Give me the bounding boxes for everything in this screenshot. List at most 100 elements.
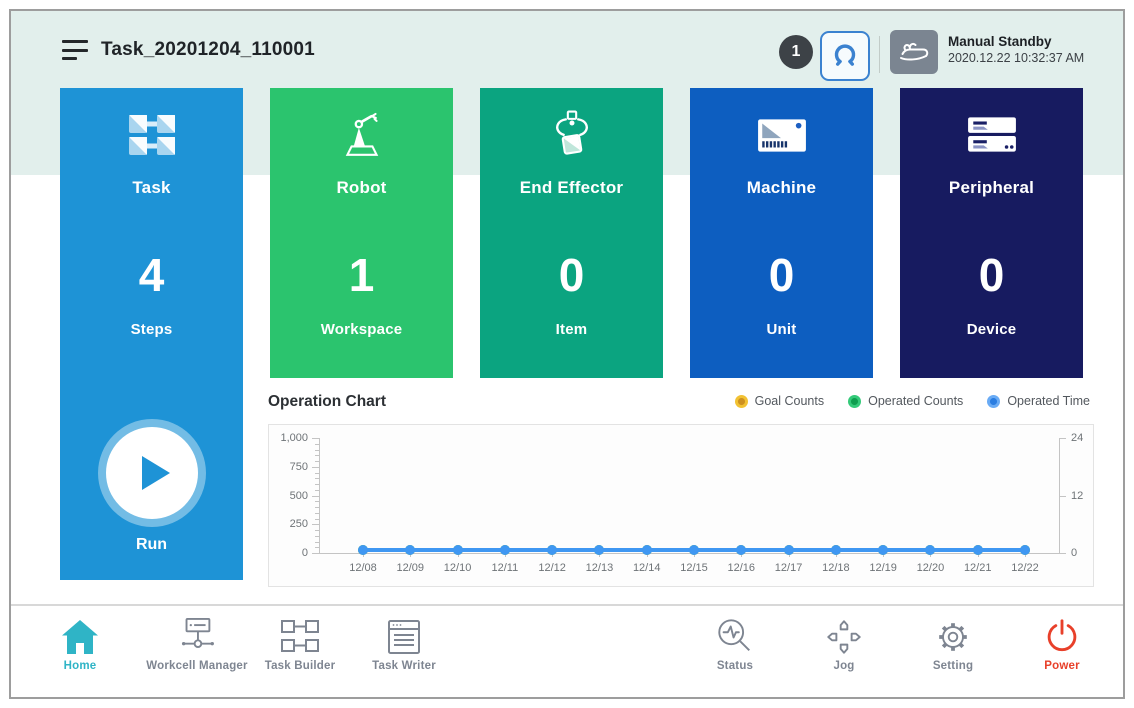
- nav-label: Task Builder: [240, 660, 360, 672]
- teach-pendant-home-screen: Task_20201204_110001 1 Manual Standby 20…: [0, 0, 1134, 708]
- card-count: 0: [480, 248, 663, 302]
- x-axis-tick-label: 12/17: [765, 562, 813, 574]
- task-icon: [126, 112, 178, 158]
- legend-dot-icon: [848, 395, 861, 408]
- chart-legend: Goal Counts Operated Counts Operated Time: [735, 394, 1090, 408]
- hamburger-menu-icon[interactable]: [62, 40, 90, 64]
- machine-icon: [756, 114, 808, 156]
- series-line-segment: [458, 548, 505, 552]
- card-count: 4: [60, 248, 243, 302]
- series-line-segment: [505, 548, 552, 552]
- header-divider: [879, 36, 880, 73]
- x-axis-tick-label: 12/11: [481, 562, 529, 574]
- y-axis-tick: [312, 438, 319, 439]
- series-line-segment: [930, 548, 977, 552]
- card-title: Peripheral: [900, 178, 1083, 198]
- y-axis-tick: [312, 524, 319, 525]
- x-axis-tick-label: 12/21: [954, 562, 1002, 574]
- nav-item-task-builder[interactable]: Task Builder: [240, 617, 360, 689]
- chart-title: Operation Chart: [268, 393, 386, 411]
- x-axis-tick-label: 12/19: [859, 562, 907, 574]
- x-axis-tick-label: 12/15: [670, 562, 718, 574]
- y-axis-tick: [315, 530, 319, 531]
- y-axis-tick: [315, 461, 319, 462]
- card-task[interactable]: Task 4 Steps Run: [60, 88, 243, 580]
- legend-dot-icon: [735, 395, 748, 408]
- y-axis-tick: [315, 542, 319, 543]
- card-title: Task: [60, 178, 243, 198]
- card-unit: Steps: [60, 321, 243, 338]
- data-point: [831, 545, 841, 555]
- x-axis-tick-label: 12/12: [528, 562, 576, 574]
- series-line-segment: [883, 548, 930, 552]
- nav-label: Jog: [784, 660, 904, 672]
- card-title: Machine: [690, 178, 873, 198]
- gripper-tool-button[interactable]: [820, 31, 870, 81]
- left-axis-line: [319, 438, 320, 553]
- nav-item-status[interactable]: Status: [675, 617, 795, 689]
- y2-axis-tick-label: 12: [1071, 490, 1083, 502]
- series-line-segment: [410, 548, 457, 552]
- legend-item[interactable]: Goal Counts: [735, 394, 824, 408]
- y-axis-tick: [315, 519, 319, 520]
- y-axis-tick: [312, 467, 319, 468]
- manual-mode-button[interactable]: [890, 30, 938, 74]
- series-line-segment: [694, 548, 741, 552]
- nav-label: Setting: [893, 660, 1013, 672]
- jog-icon: [823, 617, 865, 657]
- home-icon: [59, 617, 101, 657]
- card-robot[interactable]: Robot 1 Workspace: [270, 88, 453, 378]
- y-axis-tick-label: 750: [269, 461, 308, 473]
- legend-item[interactable]: Operated Counts: [848, 394, 963, 408]
- data-point: [1020, 545, 1030, 555]
- nav-item-jog[interactable]: Jog: [784, 617, 904, 689]
- nav-item-setting[interactable]: Setting: [893, 617, 1013, 689]
- operation-chart: 02505007501,0000122412/0812/0912/1012/11…: [268, 424, 1094, 587]
- run-button[interactable]: [106, 427, 198, 519]
- power-icon: [1041, 617, 1083, 657]
- y-axis-tick-label: 250: [269, 518, 308, 530]
- y2-axis-tick: [1059, 438, 1066, 439]
- nav-item-power[interactable]: Power: [1002, 617, 1122, 689]
- x-axis-tick-label: 12/09: [386, 562, 434, 574]
- task-builder-icon: [279, 617, 321, 657]
- manual-hand-icon: [897, 37, 931, 67]
- y-axis-tick: [315, 473, 319, 474]
- nav-item-task-writer[interactable]: Task Writer: [344, 617, 464, 689]
- workcell-manager-icon: [174, 617, 220, 657]
- y-axis-tick: [315, 490, 319, 491]
- y-axis-tick: [315, 455, 319, 456]
- nav-divider: [11, 604, 1123, 606]
- y-axis-tick: [315, 501, 319, 502]
- series-line-segment: [599, 548, 646, 552]
- y-axis-tick: [315, 450, 319, 451]
- y-axis-tick: [315, 513, 319, 514]
- card-unit: Device: [900, 321, 1083, 338]
- end-effector-icon: [549, 110, 595, 160]
- robot-mode-label: Manual Standby: [948, 33, 1084, 50]
- y-axis-tick: [315, 507, 319, 508]
- legend-item[interactable]: Operated Time: [987, 394, 1090, 408]
- data-point: [500, 545, 510, 555]
- y-axis-tick: [315, 536, 319, 537]
- card-unit: Unit: [690, 321, 873, 338]
- series-line-segment: [552, 548, 599, 552]
- card-end-effector[interactable]: End Effector 0 Item: [480, 88, 663, 378]
- x-axis-tick-label: 12/08: [339, 562, 387, 574]
- x-axis-tick-label: 12/18: [812, 562, 860, 574]
- y-axis-tick: [315, 478, 319, 479]
- card-machine[interactable]: Machine 0 Unit: [690, 88, 873, 378]
- series-line-segment: [741, 548, 788, 552]
- y2-axis-tick: [1059, 496, 1066, 497]
- notification-badge[interactable]: 1: [779, 35, 813, 69]
- y-axis-tick-label: 0: [269, 547, 308, 559]
- gripper-icon: [831, 42, 859, 70]
- y-axis-tick: [312, 496, 319, 497]
- x-axis-tick-label: 12/10: [434, 562, 482, 574]
- legend-label: Operated Time: [1007, 394, 1090, 408]
- card-title: Robot: [270, 178, 453, 198]
- y-axis-tick: [315, 547, 319, 548]
- x-axis-tick-label: 12/20: [906, 562, 954, 574]
- nav-label: Task Writer: [344, 660, 464, 672]
- card-peripheral[interactable]: Peripheral 0 Device: [900, 88, 1083, 378]
